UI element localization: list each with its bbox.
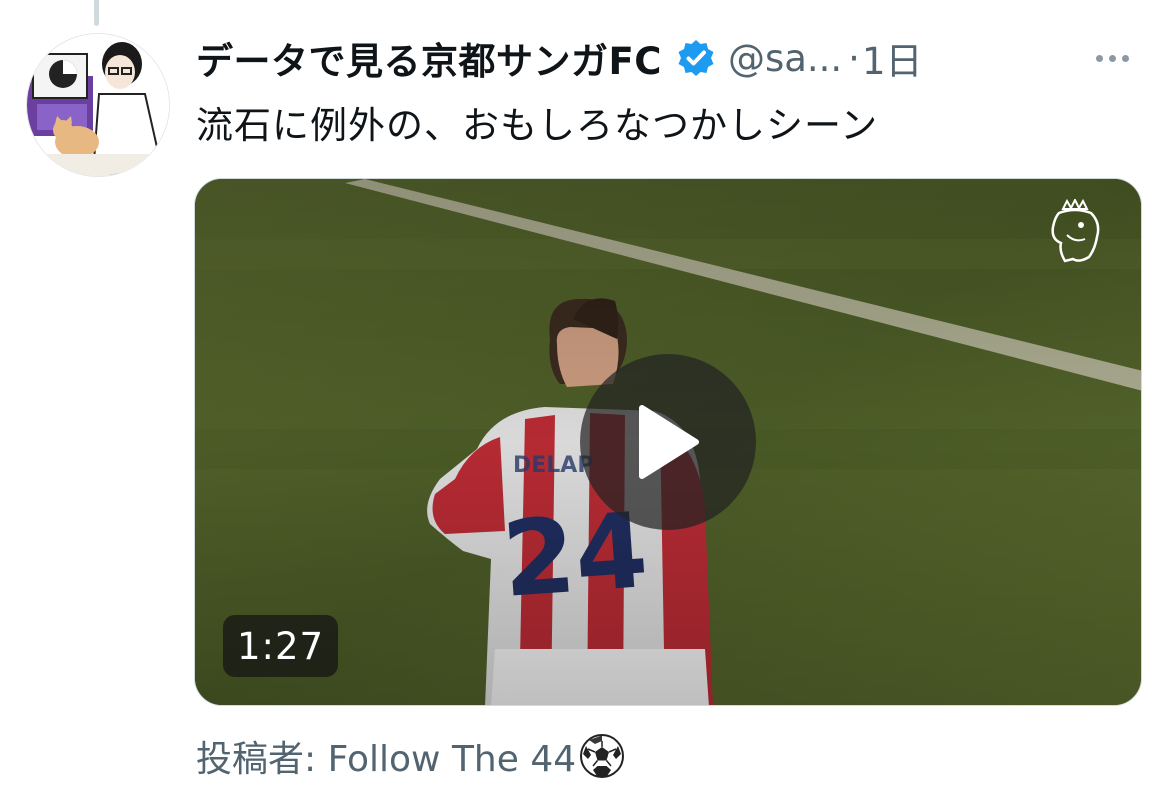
- soccer-ball-icon: [580, 734, 625, 778]
- avatar-illustration: [27, 34, 169, 176]
- premier-league-logo-icon: [1051, 199, 1100, 263]
- play-button[interactable]: [580, 354, 756, 530]
- play-icon: [639, 405, 699, 479]
- tweet-header: データで見る京都サンガFC @sa... · 1日: [196, 28, 1138, 88]
- tweet-text: 流石に例外の、おもしろなつかしシーン: [196, 104, 879, 147]
- timestamp[interactable]: 1日: [862, 31, 923, 85]
- thread-connector-line: [94, 0, 99, 26]
- video-player[interactable]: DELAP 24 1:27: [194, 178, 1142, 706]
- attribution-text[interactable]: 投稿者: Follow The 44: [196, 730, 576, 782]
- more-options-icon[interactable]: [1086, 40, 1138, 76]
- author-handle[interactable]: @sa...: [728, 37, 842, 80]
- separator-dot: ·: [848, 36, 860, 80]
- video-attribution: 投稿者: Follow The 44: [196, 730, 626, 782]
- author-name[interactable]: データで見る京都サンガFC: [196, 31, 662, 85]
- verified-badge-icon: [678, 40, 714, 76]
- video-duration-badge: 1:27: [223, 615, 339, 677]
- avatar[interactable]: [26, 33, 170, 177]
